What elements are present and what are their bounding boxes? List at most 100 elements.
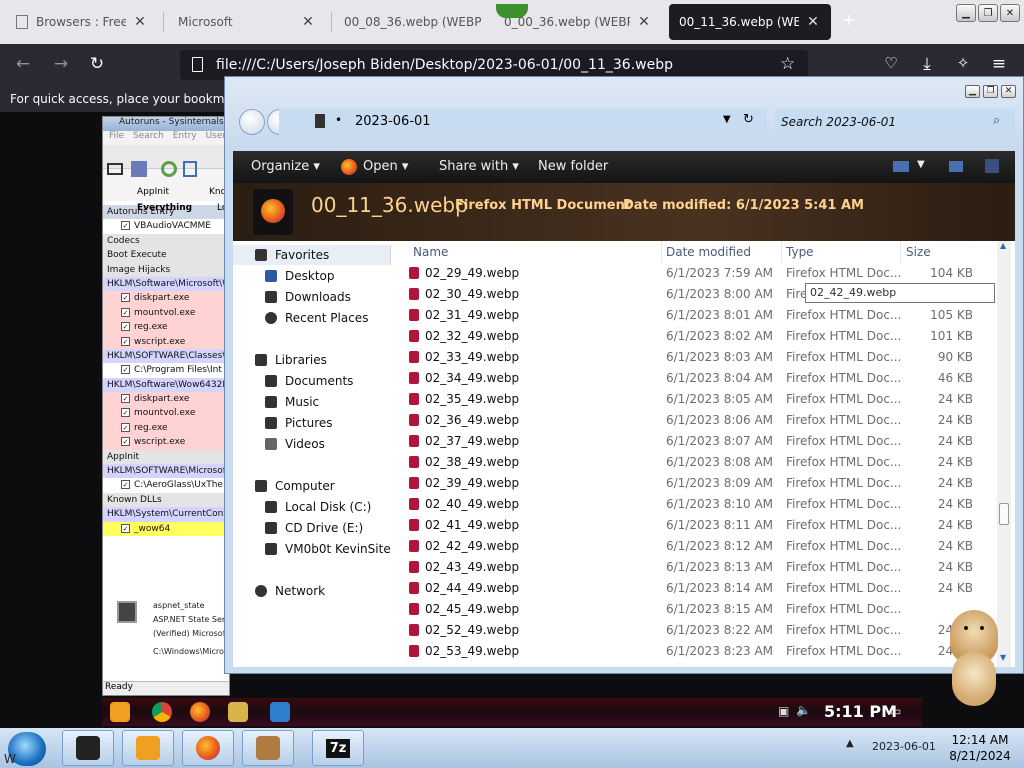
autoruns-row[interactable]: Boot Execute xyxy=(103,248,229,263)
maximize-button[interactable]: ❐ xyxy=(978,4,998,22)
checkbox[interactable]: ✓ xyxy=(121,307,130,317)
autoruns-row[interactable]: ✓ mountvol.exe xyxy=(103,406,229,421)
column-date-modified[interactable]: Date modified xyxy=(666,245,751,259)
reload-icon[interactable]: ↻ xyxy=(86,54,108,74)
tab-everything[interactable]: Everything xyxy=(137,203,192,213)
autoruns-row[interactable]: ✓ C:\Program Files\Int xyxy=(103,363,229,377)
download-icon[interactable]: ⤓ xyxy=(916,54,938,74)
new-tab-button[interactable]: + xyxy=(842,10,855,29)
extensions-icon[interactable]: ✧ xyxy=(952,54,974,72)
column-size[interactable]: Size xyxy=(906,245,931,259)
tab-webp-active[interactable]: 00_11_36.webp (WEBP In ✕ xyxy=(669,4,831,40)
file-row[interactable]: 02_42_49.webp 6/1/2023 8:12 AM Firefox HTM… xyxy=(403,536,993,557)
back-button[interactable] xyxy=(239,109,265,135)
share-with-button[interactable]: Share with ▾ xyxy=(439,159,519,174)
file-row[interactable]: 02_39_49.webp 6/1/2023 8:09 AM Firefox HTM… xyxy=(403,473,993,494)
autoruns-row[interactable]: ✓ _wow64 xyxy=(103,521,229,536)
url-text[interactable]: file:///C:/Users/Joseph Biden/Desktop/20… xyxy=(216,57,673,73)
close-icon[interactable]: ✕ xyxy=(636,14,652,30)
nav-cd-drive[interactable]: CD Drive (E:) xyxy=(233,518,363,538)
taskbar-app-7zip[interactable]: 7z xyxy=(312,730,364,766)
column-separator[interactable] xyxy=(661,241,662,263)
autoruns-row[interactable]: HKLM\System\CurrentContr xyxy=(103,507,229,522)
autoruns-row[interactable]: ✓ C:\AeroGlass\UxThe xyxy=(103,478,229,492)
menu-user[interactable]: User xyxy=(206,131,227,141)
file-row[interactable]: 02_52_49.webp 6/1/2023 8:22 AM Firefox HTM… xyxy=(403,620,993,641)
checkbox[interactable]: ✓ xyxy=(121,221,130,231)
minimize-button[interactable]: ▁ xyxy=(956,4,976,22)
checkbox[interactable]: ✓ xyxy=(121,437,130,447)
network-icon[interactable]: ▣ xyxy=(778,704,789,718)
file-row[interactable]: 02_35_49.webp 6/1/2023 8:05 AM Firefox HTM… xyxy=(403,389,993,410)
nav-music[interactable]: Music xyxy=(233,392,319,412)
app-icon[interactable] xyxy=(270,702,290,722)
nav-desktop[interactable]: Desktop xyxy=(233,266,335,286)
star-icon[interactable]: ☆ xyxy=(780,54,795,74)
system-clock[interactable]: 12:14 AM 8/21/2024 xyxy=(940,732,1020,764)
nav-local-disk[interactable]: Local Disk (C:) xyxy=(233,497,371,517)
menu-search[interactable]: Search xyxy=(133,131,164,141)
volume-icon[interactable]: 🔈 xyxy=(796,703,811,717)
notification-icon[interactable]: ▭ xyxy=(890,704,901,718)
breadcrumb[interactable]: 2023-06-01 xyxy=(355,114,431,129)
scrollbar-thumb[interactable] xyxy=(999,503,1009,525)
refresh-icon[interactable] xyxy=(161,161,177,177)
checkbox[interactable]: ✓ xyxy=(121,293,130,303)
taskbar-app-firefox[interactable] xyxy=(182,730,234,766)
checkbox[interactable]: ✓ xyxy=(121,394,130,404)
file-row[interactable]: 02_29_49.webp 6/1/2023 7:59 AM Firefox HTM… xyxy=(403,263,993,284)
file-row[interactable]: 02_34_49.webp 6/1/2023 8:04 AM Firefox HTM… xyxy=(403,368,993,389)
autoruns-row[interactable]: ✓ diskpart.exe xyxy=(103,392,229,407)
file-row[interactable]: 02_45_49.webp 6/1/2023 8:15 AM Firefox HTM… xyxy=(403,599,993,620)
autoruns-row[interactable]: ✓ reg.exe xyxy=(103,320,229,335)
explorer-icon[interactable] xyxy=(228,702,248,722)
column-separator[interactable] xyxy=(900,241,901,263)
save-icon[interactable] xyxy=(131,161,147,177)
open-button[interactable]: Open ▾ xyxy=(363,159,408,174)
file-row[interactable]: 02_43_49.webp 6/1/2023 8:13 AM Firefox HTM… xyxy=(403,557,993,578)
close-icon[interactable]: ✕ xyxy=(132,14,148,30)
tab-webp-1[interactable]: 00_08_36.webp (WEBP In xyxy=(334,4,492,40)
autoruns-row[interactable]: Known DLLs xyxy=(103,492,229,508)
checkbox[interactable]: ✓ xyxy=(121,422,130,432)
close-icon[interactable]: ✕ xyxy=(300,14,316,30)
nav-computer[interactable]: Computer xyxy=(233,476,335,496)
file-row[interactable]: 02_38_49.webp 6/1/2023 8:08 AM Firefox HTM… xyxy=(403,452,993,473)
file-row[interactable]: 02_53_49.webp 6/1/2023 8:23 AM Firefox HTM… xyxy=(403,641,993,662)
autoruns-row[interactable]: ✓ wscript.exe xyxy=(103,435,229,450)
autoruns-row[interactable]: Codecs xyxy=(103,233,229,249)
nav-libraries[interactable]: Libraries xyxy=(233,350,327,370)
autoruns-row[interactable]: HKLM\Software\Microsoft\W xyxy=(103,276,229,292)
checkbox[interactable]: ✓ xyxy=(121,336,130,346)
autoruns-row[interactable]: HKLM\SOFTWARE\Classes\ xyxy=(103,348,229,364)
nav-downloads[interactable]: Downloads xyxy=(233,287,351,307)
chevron-down-icon[interactable]: ▼ xyxy=(723,114,731,125)
back-icon[interactable]: ← xyxy=(12,54,34,74)
tray-expand-icon[interactable]: ▲ xyxy=(846,738,854,749)
search-input[interactable]: Search 2023-06-01 xyxy=(781,115,896,129)
tab-appinit[interactable]: AppInit xyxy=(137,187,169,197)
file-row[interactable]: 02_37_49.webp 6/1/2023 8:07 AM Firefox HTM… xyxy=(403,431,993,452)
pocket-icon[interactable]: ♡ xyxy=(880,54,902,72)
file-row[interactable]: 02_41_49.webp 6/1/2023 8:11 AM Firefox HTM… xyxy=(403,515,993,536)
nav-pictures[interactable]: Pictures xyxy=(233,413,333,433)
tab-microsoft[interactable]: Microsoft ✕ xyxy=(168,4,326,40)
column-type[interactable]: Type xyxy=(786,245,814,259)
file-row[interactable]: 02_33_49.webp 6/1/2023 8:03 AM Firefox HTM… xyxy=(403,347,993,368)
taskbar-app-hamster[interactable] xyxy=(242,730,294,766)
autoruns-row[interactable]: Image Hijacks xyxy=(103,262,229,277)
checkbox[interactable]: ✓ xyxy=(121,523,130,533)
autoruns-row[interactable]: HKLM\SOFTWARE\Microsof xyxy=(103,464,229,479)
checkbox[interactable]: ✓ xyxy=(121,365,130,375)
view-options-icon[interactable] xyxy=(893,161,909,172)
scroll-up-icon[interactable]: ▲ xyxy=(1000,241,1006,250)
address-bar[interactable]: • 2023-06-01 ▼ ↻ xyxy=(279,109,767,135)
minimize-button[interactable]: ▁ xyxy=(965,85,980,98)
checkbox[interactable]: ✓ xyxy=(121,322,130,332)
menu-file[interactable]: File xyxy=(109,131,124,141)
nav-videos[interactable]: Videos xyxy=(233,434,325,454)
autoruns-row[interactable]: ✓ diskpart.exe xyxy=(103,291,229,306)
search-box[interactable]: Search 2023-06-01 ⌕ xyxy=(775,109,1015,135)
help-icon[interactable] xyxy=(985,159,999,173)
nav-documents[interactable]: Documents xyxy=(233,371,353,391)
